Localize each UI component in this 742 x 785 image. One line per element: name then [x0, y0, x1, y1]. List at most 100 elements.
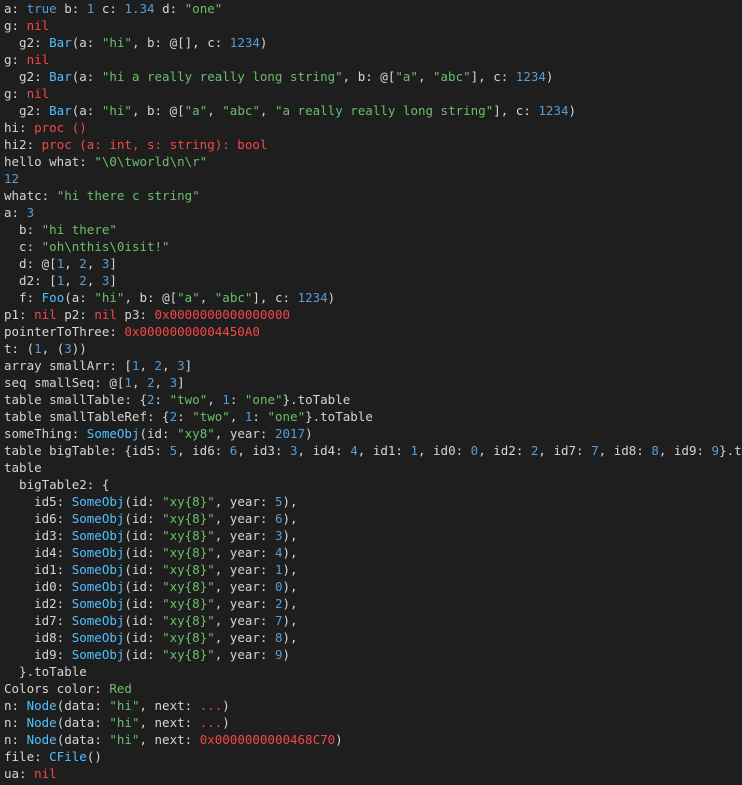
- string-token: "two": [192, 409, 230, 424]
- string-token: "a really really long string": [274, 103, 494, 118]
- value-token: 2: [169, 409, 178, 424]
- plain-text: a:: [4, 1, 27, 16]
- plain-text: id9:: [4, 647, 72, 662]
- plain-text: , id4:: [297, 443, 351, 458]
- plain-text: , next:: [139, 732, 200, 747]
- value-token: 1.34: [124, 1, 155, 16]
- nil-token: proc (a: int, s: string): bool: [41, 137, 268, 152]
- plain-text: , id1:: [357, 443, 411, 458]
- plain-text: id5:: [4, 494, 72, 509]
- string-token: Red: [109, 681, 132, 696]
- console-line: g: nil: [4, 17, 742, 34]
- plain-text: ): [259, 35, 268, 50]
- type-token: SomeObj: [71, 528, 125, 543]
- plain-text: ,: [229, 409, 245, 424]
- console-line: n: Node(data: "hi", next: ...): [4, 697, 742, 714]
- console-line: whatc: "hi there c string": [4, 187, 742, 204]
- plain-text: d:: [154, 1, 185, 16]
- value-token: 1234: [297, 290, 328, 305]
- value-token: 2017: [274, 426, 306, 441]
- plain-text: id6:: [4, 511, 72, 526]
- plain-text: ]: [184, 358, 193, 373]
- plain-text: n:: [4, 715, 27, 730]
- nil-token: 0x0000000000000000: [154, 307, 291, 322]
- plain-text: id1:: [4, 562, 72, 577]
- console-line: ua: nil: [4, 765, 742, 782]
- plain-text: p3:: [116, 307, 155, 322]
- console-line: table: [4, 459, 742, 476]
- plain-text: hi2:: [4, 137, 42, 152]
- type-token: SomeObj: [71, 494, 125, 509]
- console-line: table bigTable: {id5: 5, id6: 6, id3: 3,…: [4, 442, 742, 459]
- console-line: id0: SomeObj(id: "xy{8}", year: 0),: [4, 578, 742, 595]
- plain-text: ], c:: [252, 290, 298, 305]
- value-token: 8: [651, 443, 659, 458]
- console-line: id5: SomeObj(id: "xy{8}", year: 5),: [4, 493, 742, 510]
- type-token: SomeObj: [71, 596, 125, 611]
- value-token: 2: [147, 375, 155, 390]
- plain-text: ,: [207, 103, 223, 118]
- plain-text: , year:: [214, 579, 275, 594]
- plain-text: g2:: [4, 69, 50, 84]
- console-line: g2: Bar(a: "hi", b: @["a", "abc", "a rea…: [4, 102, 742, 119]
- plain-text: (): [86, 749, 102, 764]
- console-line: a: 3: [4, 204, 742, 221]
- plain-text: seq smallSeq: @[: [4, 375, 125, 390]
- plain-text: ,: [417, 69, 433, 84]
- plain-text: ,: [131, 375, 148, 390]
- string-token: "a": [177, 290, 200, 305]
- plain-text: , year:: [214, 647, 275, 662]
- string-token: "hi there": [41, 222, 117, 237]
- console-line: }.toTable: [4, 663, 742, 680]
- string-token: "oh\nthis\0isit!": [41, 239, 170, 254]
- type-token: Bar: [49, 69, 72, 84]
- plain-text: bigTable2: {: [4, 477, 110, 492]
- plain-text: file:: [4, 749, 50, 764]
- plain-text: , id9:: [658, 443, 712, 458]
- plain-text: ): [282, 647, 291, 662]
- plain-text: , id3:: [237, 443, 291, 458]
- type-token: SomeObj: [71, 630, 125, 645]
- plain-text: ): [222, 715, 230, 730]
- console-line: seq smallSeq: @[1, 2, 3]: [4, 374, 742, 391]
- plain-text: , id0:: [417, 443, 471, 458]
- plain-text: ): [305, 426, 313, 441]
- value-token: 3: [290, 443, 298, 458]
- type-token: Bar: [49, 103, 72, 118]
- plain-text: ,: [154, 375, 170, 390]
- plain-text: p2:: [56, 307, 95, 322]
- type-token: Bar: [49, 35, 72, 50]
- plain-text: (a:: [64, 290, 95, 305]
- plain-text: ),: [282, 494, 298, 509]
- console-line: d: @[1, 2, 3]: [4, 255, 742, 272]
- plain-text: f:: [4, 290, 42, 305]
- value-token: true: [26, 1, 57, 16]
- plain-text: (a:: [71, 69, 102, 84]
- string-token: "hi": [109, 698, 140, 713]
- nil-token: nil: [26, 86, 50, 101]
- plain-text: , id2:: [478, 443, 531, 458]
- plain-text: ): [568, 103, 577, 118]
- nil-token: ...: [199, 698, 223, 713]
- nil-token: nil: [34, 766, 57, 781]
- debug-console-output: a: true b: 1 c: 1.34 d: "one" g: nil g2: …: [0, 0, 742, 785]
- plain-text: hello what:: [4, 154, 95, 169]
- string-token: "xy{8}": [162, 528, 215, 543]
- plain-text: }.toTable: [4, 664, 87, 679]
- plain-text: d: @[: [4, 256, 57, 271]
- console-line: p1: nil p2: nil p3: 0x0000000000000000: [4, 306, 742, 323]
- plain-text: }.toTable: [305, 409, 373, 424]
- value-token: 1: [222, 392, 230, 407]
- plain-text: pointerToThree:: [4, 324, 125, 339]
- plain-text: b:: [56, 1, 87, 16]
- string-token: "hi": [109, 732, 140, 747]
- plain-text: ,: [64, 256, 80, 271]
- value-token: 1234: [515, 69, 546, 84]
- value-token: 5: [169, 443, 178, 458]
- plain-text: d2: [: [4, 273, 57, 288]
- nil-token: nil: [94, 307, 117, 322]
- plain-text: a:: [4, 205, 27, 220]
- plain-text: , b: @[: [342, 69, 396, 84]
- value-token: 1234: [538, 103, 569, 118]
- nil-token: nil: [34, 307, 57, 322]
